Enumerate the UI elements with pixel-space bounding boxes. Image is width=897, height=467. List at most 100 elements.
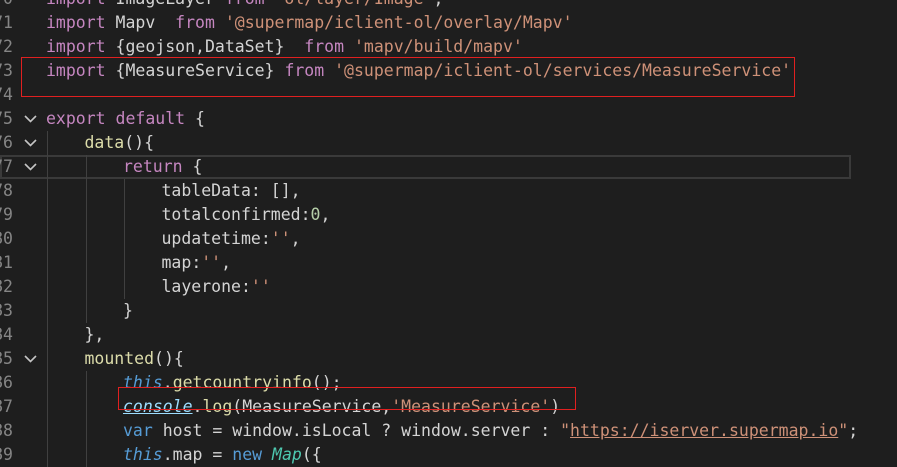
- code-line[interactable]: 88 var host = window.isLocal ? window.ser…: [0, 419, 897, 443]
- code-token: from: [304, 37, 354, 56]
- code-token: ;: [848, 421, 859, 440]
- code-token: this: [123, 373, 163, 392]
- indent-guide: [85, 395, 87, 419]
- code-line[interactable]: 79 totalconfirmed:0,: [0, 203, 897, 227]
- code-editor[interactable]: 70 import ImageLayer from 'ol/layer/Image…: [0, 0, 897, 467]
- code-token: from: [175, 13, 225, 32]
- line-number: 76: [0, 133, 13, 152]
- indent-guide: [47, 323, 48, 347]
- code-token: export: [46, 109, 116, 128]
- code-line[interactable]: 72 import {geojson,DataSet} from 'mapv/bu…: [0, 35, 897, 59]
- code-line[interactable]: 75 export default {: [0, 107, 897, 131]
- code-token: {geojson,DataSet}: [115, 37, 305, 56]
- code-text: tableData: [],: [162, 179, 301, 203]
- code-token: ): [550, 397, 561, 416]
- code-text: totalconfirmed:0,: [162, 203, 331, 227]
- line-number: 70: [0, 0, 13, 11]
- indent-guide: [85, 443, 87, 467]
- line-number: 72: [0, 37, 13, 56]
- indent-guide: [124, 275, 125, 299]
- code-token: ();: [311, 373, 342, 392]
- code-text: layerone:'': [162, 275, 271, 299]
- indent-guide: [47, 371, 48, 395]
- line-number: 86: [0, 373, 13, 392]
- code-text: import {MeasureService} from '@supermap/…: [46, 59, 791, 83]
- code-line[interactable]: 80 updatetime:'',: [0, 227, 897, 251]
- fold-chevron-icon[interactable]: [24, 107, 38, 131]
- line-number: 88: [0, 421, 13, 440]
- indent-guide: [124, 179, 125, 203]
- indent-guide: [85, 419, 87, 443]
- indent-guide: [85, 155, 87, 179]
- code-line[interactable]: 78 tableData: [],: [0, 179, 897, 203]
- indent-guide: [85, 275, 87, 299]
- code-line[interactable]: 82 layerone:'': [0, 275, 897, 299]
- code-line[interactable]: 70 import ImageLayer from 'ol/layer/Image…: [0, 0, 897, 11]
- line-number: 85: [0, 349, 13, 368]
- code-text: this.getcountryinfo();: [123, 371, 342, 395]
- code-token: {: [195, 109, 205, 128]
- code-text: map:'',: [162, 251, 232, 275]
- indent-guide: [85, 371, 87, 395]
- code-token: (){: [124, 133, 155, 152]
- line-number: 75: [0, 109, 13, 128]
- fold-chevron-icon[interactable]: [24, 347, 38, 371]
- code-token: .: [192, 397, 203, 416]
- code-token: ": [838, 421, 849, 440]
- line-number: 83: [0, 301, 13, 320]
- fold-chevron-icon[interactable]: [24, 155, 38, 179]
- code-token: import: [46, 61, 116, 80]
- indent-guide: [47, 275, 48, 299]
- code-token: this: [123, 445, 163, 464]
- indent-guide: [47, 155, 48, 179]
- code-line[interactable]: 85 mounted(){: [0, 347, 897, 371]
- code-token: 'ol/layer/Image': [275, 0, 434, 8]
- code-token: console: [123, 397, 193, 416]
- line-number: 73: [0, 61, 13, 80]
- code-token: (){: [154, 349, 184, 368]
- code-line[interactable]: 84},: [0, 323, 897, 347]
- indent-guide: [47, 251, 48, 275]
- code-line[interactable]: 77 return {: [0, 155, 851, 179]
- code-token: :: [191, 253, 202, 272]
- code-text: updatetime:'',: [162, 227, 301, 251]
- code-token: ,: [320, 205, 331, 224]
- fold-chevron-icon[interactable]: [24, 131, 38, 155]
- code-line[interactable]: 74: [0, 83, 897, 107]
- line-number: 89: [0, 445, 13, 464]
- code-line[interactable]: 87 console.log(MeasureService,'MeasureSer…: [0, 395, 897, 419]
- code-text: }: [123, 299, 133, 323]
- code-line[interactable]: 73 import {MeasureService} from '@superma…: [0, 59, 897, 83]
- line-number: 74: [0, 85, 13, 104]
- code-token: (MeasureService,: [232, 397, 392, 416]
- code-token: mounted: [84, 349, 155, 368]
- code-token: 0: [310, 205, 321, 224]
- code-token: :: [300, 205, 311, 224]
- code-token: ImageLayer: [116, 0, 225, 8]
- code-token: ;: [433, 0, 443, 8]
- line-number: 84: [0, 325, 13, 344]
- code-line[interactable]: 89 this.map = new Map({: [0, 443, 897, 467]
- code-token: import: [46, 0, 116, 8]
- code-text: },: [85, 323, 105, 347]
- line-number: 81: [0, 253, 13, 272]
- code-token: import: [46, 37, 116, 56]
- code-line[interactable]: 86 this.getcountryinfo();: [0, 371, 897, 395]
- code-token: .map =: [162, 445, 233, 464]
- code-token: '': [270, 229, 291, 248]
- indent-guide: [85, 251, 87, 275]
- indent-guide: [85, 179, 87, 203]
- code-line[interactable]: 81 map:'',: [0, 251, 897, 275]
- code-token: },: [84, 325, 105, 344]
- code-text: import ImageLayer from 'ol/layer/Image';: [46, 0, 443, 11]
- code-line[interactable]: 83}: [0, 299, 897, 323]
- code-line[interactable]: 71 import Mapv from '@supermap/iclient-ol…: [0, 11, 897, 35]
- code-token: :: [260, 229, 271, 248]
- code-token: '': [250, 277, 271, 296]
- code-text: return {: [123, 155, 202, 179]
- code-token: '@supermap/iclient-ol/services/MeasureSe…: [334, 61, 792, 80]
- code-token: ({: [301, 445, 322, 464]
- code-text: import Mapv from '@supermap/iclient-ol/o…: [46, 11, 573, 35]
- line-number: 80: [0, 229, 13, 248]
- code-line[interactable]: 76 data(){: [0, 131, 897, 155]
